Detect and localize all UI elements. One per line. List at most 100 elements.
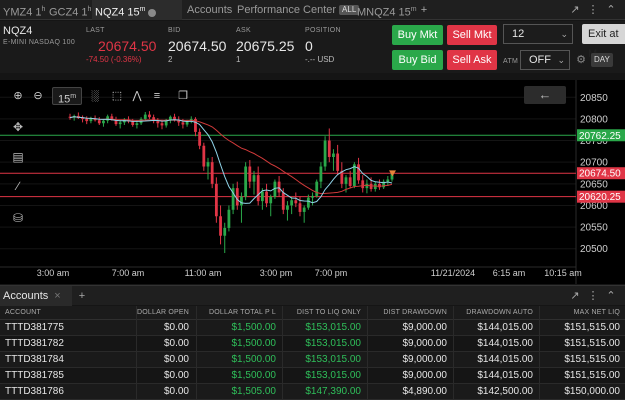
tab-label: Accounts [187, 4, 233, 16]
tab-label: YMZ4 1 [3, 6, 42, 19]
col-max-net-liq[interactable]: MAX NET LIQ [540, 306, 620, 320]
sell-ask-button[interactable]: Sell Ask [447, 50, 497, 70]
scroll-to-latest-button[interactable]: ← [524, 86, 566, 104]
candle-body [256, 175, 260, 202]
tab-interval-sup: m [139, 6, 146, 13]
table-row[interactable]: TTTD381775 $0.00 $1,500.00 $153,015.00 $9,00… [0, 320, 625, 336]
settings-gear-icon[interactable]: ⚙ [574, 53, 588, 67]
cell-dist-to-liq: $147,390.00 [305, 386, 361, 397]
table-row[interactable]: TTTD381784 $0.00 $1,500.00 $153,015.00 $9,00… [0, 352, 625, 368]
accounts-tab[interactable]: Accounts × [0, 286, 72, 306]
cell-dollar-open: $0.00 [163, 354, 189, 365]
templates-icon[interactable]: ❐ [174, 87, 192, 105]
buy-bid-button[interactable]: Buy Bid [392, 50, 443, 70]
tab-nqz4[interactable]: NQZ4 15m [92, 0, 182, 20]
candle-body [357, 164, 360, 181]
position-label: POSITION [305, 27, 341, 34]
col-account[interactable]: ACCOUNT [5, 306, 41, 320]
add-panel-icon[interactable]: + [75, 289, 89, 303]
candle-body [286, 205, 289, 210]
add-tab-icon[interactable]: + [417, 3, 431, 17]
sell-mkt-button[interactable]: Sell Mkt [447, 25, 497, 45]
atm-value: OFF [529, 54, 551, 66]
candle-body [102, 120, 105, 124]
cell-dist-drawdown: $9,000.00 [402, 322, 448, 333]
tif-day-badge[interactable]: DAY [591, 53, 613, 67]
tab-label: NQZ4 15 [95, 6, 140, 19]
x-tick-label: 3:00 am [37, 268, 70, 278]
y-tick-label: 20800 [580, 114, 608, 125]
cell-dollar-total-pl: $1,500.00 [231, 370, 277, 381]
buy-mkt-button[interactable]: Buy Mkt [392, 25, 443, 45]
interval-selector[interactable]: 15m [52, 87, 82, 106]
quantity-select[interactable]: 12 ⌄ [503, 24, 573, 44]
col-drawdown-auto[interactable]: DRAWDOWN AUTO [454, 306, 533, 320]
candle-body [223, 227, 227, 236]
candle-body [160, 123, 164, 126]
menu-icon[interactable]: ⋮ [586, 3, 600, 17]
column-divider [453, 306, 454, 400]
tab-gcz4[interactable]: GCZ4 1h [46, 0, 91, 20]
lock-icon[interactable]: ⛁ [9, 209, 27, 227]
trading-app: YMZ4 1h GCZ4 1h NQZ4 15m Accounts Perfor… [0, 0, 625, 400]
indicators-icon[interactable]: ⋀ [128, 87, 146, 105]
col-dollar-total-pl[interactable]: DOLLAR TOTAL P L [196, 306, 276, 320]
tab-accounts[interactable]: Accounts [184, 0, 232, 20]
chevron-up-icon[interactable]: ⌃ [604, 3, 618, 17]
cell-drawdown-auto: $144,015.00 [477, 322, 533, 333]
table-row[interactable]: TTTD381786 $0.00 $1,505.00 $147,390.00 $4,89… [0, 384, 625, 400]
y-tick-label: 20550 [580, 223, 608, 234]
cell-dollar-open: $0.00 [163, 386, 189, 397]
candle-body [181, 122, 185, 125]
candle-body [198, 131, 202, 146]
bid-price: 20674.50 [168, 38, 227, 54]
close-icon[interactable]: × [54, 290, 60, 302]
link-icon[interactable]: ↗ [568, 3, 582, 17]
candle-type-icon[interactable]: ░ [86, 87, 104, 105]
cell-dist-to-liq: $153,015.00 [305, 370, 361, 381]
symbol[interactable]: NQZ4 [3, 25, 32, 37]
col-dist-to-liq[interactable]: DIST TO LIQ ONLY [283, 306, 361, 320]
col-dollar-open[interactable]: DOLLAR OPEN [134, 306, 189, 320]
price-chart[interactable]: 20500 20550 20600 20650 20700 20750 20800 20850… [0, 80, 625, 284]
crosshair-icon[interactable]: ✥ [9, 118, 27, 136]
candle-body [365, 183, 369, 189]
cell-account: TTTD381785 [5, 370, 64, 381]
atm-select[interactable]: OFF ⌄ [520, 50, 570, 70]
column-divider [136, 306, 137, 400]
chart-settings-icon[interactable]: ≡ [148, 87, 166, 105]
cell-dist-drawdown: $9,000.00 [402, 370, 448, 381]
chevron-down-icon: ⌄ [560, 29, 568, 39]
menu-icon[interactable]: ⋮ [586, 289, 600, 303]
tab-mnqz4[interactable]: MNQZ4 15m [354, 0, 417, 20]
candle-body [269, 196, 273, 204]
crosshair-box-icon[interactable]: ⬚ [108, 87, 126, 105]
candle-body [85, 118, 89, 122]
zoom-in-icon[interactable]: ⊕ [9, 87, 27, 105]
bid-size: 2 [168, 55, 173, 64]
candle-body [327, 140, 331, 157]
cell-account: TTTD381786 [5, 386, 64, 397]
table-row[interactable]: TTTD381782 $0.00 $1,500.00 $153,015.00 $9,00… [0, 336, 625, 352]
cell-account: TTTD381782 [5, 338, 64, 349]
x-tick-label: 10:15 am [544, 268, 582, 278]
x-tick-label: 7:00 pm [315, 268, 348, 278]
candle-body [135, 123, 139, 125]
exit-at-market-button[interactable]: Exit at M [582, 24, 625, 60]
cell-drawdown-auto: $142,500.00 [477, 386, 533, 397]
col-dist-drawdown[interactable]: DIST DRAWDOWN [368, 306, 447, 320]
notes-icon[interactable]: ▤ [9, 148, 27, 166]
table-row[interactable]: TTTD381785 $0.00 $1,500.00 $153,015.00 $9,00… [0, 368, 625, 384]
draw-line-icon[interactable]: ∕ [9, 177, 27, 195]
zoom-out-icon[interactable]: ⊖ [29, 87, 47, 105]
tab-performance-center[interactable]: Performance Center ALL [234, 0, 360, 20]
y-tick-label: 20650 [580, 179, 608, 190]
tab-ymz4[interactable]: YMZ4 1h [0, 0, 45, 20]
cell-drawdown-auto: $144,015.00 [477, 354, 533, 365]
cell-drawdown-auto: $144,015.00 [477, 338, 533, 349]
candle-body [302, 207, 306, 212]
candle-body [97, 120, 101, 124]
chevron-up-icon[interactable]: ⌃ [604, 289, 618, 303]
y-tick-label: 20500 [580, 244, 608, 255]
link-icon[interactable]: ↗ [568, 289, 582, 303]
